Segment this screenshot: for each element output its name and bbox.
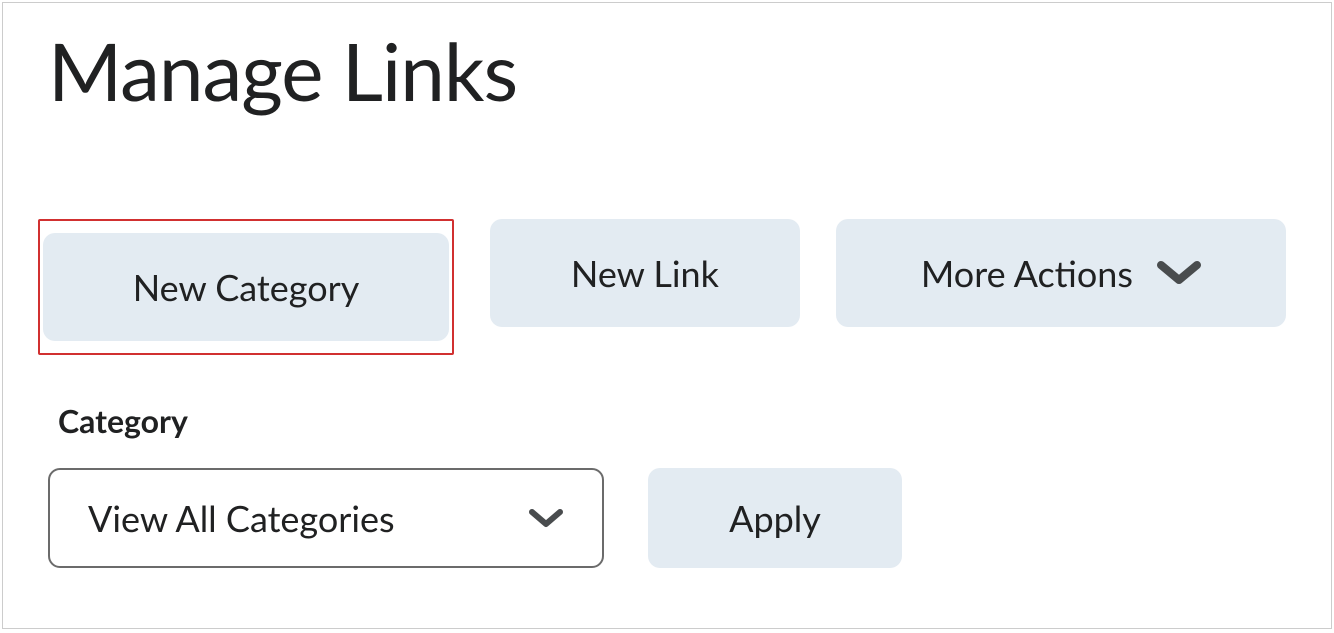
apply-button[interactable]: Apply bbox=[648, 468, 902, 568]
toolbar: New Category New Link More Actions bbox=[48, 219, 1286, 355]
apply-label: Apply bbox=[729, 496, 821, 540]
chevron-down-icon bbox=[528, 507, 564, 529]
chevron-down-icon bbox=[1157, 260, 1201, 286]
category-select-value: View All Categories bbox=[88, 496, 395, 540]
page-title: Manage Links bbox=[48, 23, 1286, 119]
new-link-button[interactable]: New Link bbox=[490, 219, 800, 327]
more-actions-button[interactable]: More Actions bbox=[836, 219, 1286, 327]
category-label: Category bbox=[58, 401, 1286, 440]
new-category-button[interactable]: New Category bbox=[43, 233, 449, 341]
new-category-label: New Category bbox=[133, 265, 360, 309]
category-select[interactable]: View All Categories bbox=[48, 468, 604, 568]
more-actions-label: More Actions bbox=[921, 251, 1133, 295]
filter-row: View All Categories Apply bbox=[48, 468, 1286, 568]
page-container: Manage Links New Category New Link More … bbox=[2, 2, 1332, 629]
new-link-label: New Link bbox=[571, 251, 719, 295]
new-category-highlight: New Category bbox=[38, 219, 454, 355]
